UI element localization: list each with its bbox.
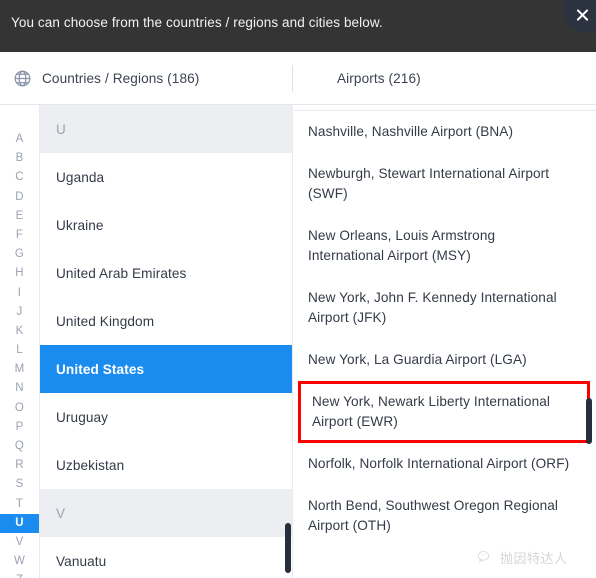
country-group-header: V [40, 489, 292, 537]
tab-countries-regions-label: Countries / Regions (186) [42, 70, 200, 86]
tab-countries-regions[interactable]: Countries / Regions (186) [13, 52, 199, 104]
alphabet-index-n[interactable]: N [0, 379, 39, 398]
close-glyph [575, 8, 590, 23]
airports-scrollbar[interactable] [586, 105, 592, 578]
alphabet-index-l[interactable]: L [0, 341, 39, 360]
alphabet-index-g[interactable]: G [0, 245, 39, 264]
alphabet-index-j[interactable]: J [0, 303, 39, 322]
info-banner-message: You can choose from the countries / regi… [11, 15, 383, 30]
airport-row[interactable]: New York, John F. Kennedy International … [294, 277, 596, 339]
alphabet-index-a[interactable]: A [0, 130, 39, 149]
alphabet-index-m[interactable]: M [0, 360, 39, 379]
alphabet-index-u[interactable]: U [0, 513, 39, 533]
alphabet-index-c[interactable]: C [0, 168, 39, 187]
country-row[interactable]: Uganda [40, 153, 292, 201]
close-icon[interactable] [563, 0, 596, 32]
globe-icon [13, 69, 32, 88]
country-group-header-label: U [56, 121, 66, 137]
airports-scrollbar-thumb[interactable] [586, 398, 592, 444]
alphabet-index-r[interactable]: R [0, 456, 39, 475]
country-row[interactable]: Uruguay [40, 393, 292, 441]
alphabet-index-v[interactable]: V [0, 533, 39, 552]
alphabet-index-b[interactable]: B [0, 149, 39, 168]
airport-row[interactable]: Newburgh, Stewart International Airport … [294, 153, 596, 215]
country-group-header-label: V [56, 505, 66, 521]
tab-bar: Countries / Regions (186) Airports (216) [0, 52, 596, 105]
countries-list[interactable]: U Uganda Ukraine United Arab Emirates United… [40, 105, 293, 578]
countries-scrollbar-thumb[interactable] [285, 523, 291, 573]
airports-list[interactable]: Nashville, Nashville Airport (BNA) Newbur… [294, 105, 596, 578]
alphabet-index-i[interactable]: I [0, 284, 39, 303]
country-row-selected[interactable]: United States [40, 345, 292, 393]
country-row[interactable]: United Arab Emirates [40, 249, 292, 297]
country-row[interactable]: Ukraine [40, 201, 292, 249]
airport-row[interactable]: Nashville, Nashville Airport (BNA) [294, 111, 596, 153]
country-row[interactable]: Vanuatu [40, 537, 292, 578]
airport-row-highlighted[interactable]: New York, Newark Liberty International A… [298, 381, 590, 443]
alphabet-index-f[interactable]: F [0, 226, 39, 245]
country-row[interactable]: Uzbekistan [40, 441, 292, 489]
alphabet-index-k[interactable]: K [0, 322, 39, 341]
alphabet-index-rail[interactable]: ABCDEFGHIJKLMNOPQRSTUVWZ [0, 105, 40, 578]
alphabet-index-z[interactable]: Z [0, 571, 39, 578]
alphabet-index-q[interactable]: Q [0, 437, 39, 456]
tab-divider [292, 65, 293, 92]
alphabet-index-w[interactable]: W [0, 552, 39, 571]
airport-row[interactable]: Norfolk, Norfolk International Airport (… [294, 443, 596, 485]
alphabet-index-p[interactable]: P [0, 418, 39, 437]
airport-row[interactable]: North Bend, Southwest Oregon Regional Ai… [294, 485, 596, 547]
countries-scrollbar[interactable] [285, 105, 291, 578]
airport-row[interactable]: New York, La Guardia Airport (LGA) [294, 339, 596, 381]
tab-airports[interactable]: Airports (216) [337, 52, 421, 104]
info-banner: You can choose from the countries / regi… [0, 0, 596, 52]
alphabet-index-t[interactable]: T [0, 495, 39, 514]
alphabet-index-h[interactable]: H [0, 264, 39, 283]
alphabet-index-s[interactable]: S [0, 475, 39, 494]
country-row[interactable]: United Kingdom [40, 297, 292, 345]
alphabet-index-e[interactable]: E [0, 207, 39, 226]
alphabet-index-o[interactable]: O [0, 399, 39, 418]
tab-airports-label: Airports (216) [337, 70, 421, 86]
country-airport-picker-dialog: You can choose from the countries / regi… [0, 0, 596, 578]
alphabet-index-d[interactable]: D [0, 188, 39, 207]
airport-row[interactable]: New Orleans, Louis Armstrong Internation… [294, 215, 596, 277]
country-group-header: U [40, 105, 292, 153]
